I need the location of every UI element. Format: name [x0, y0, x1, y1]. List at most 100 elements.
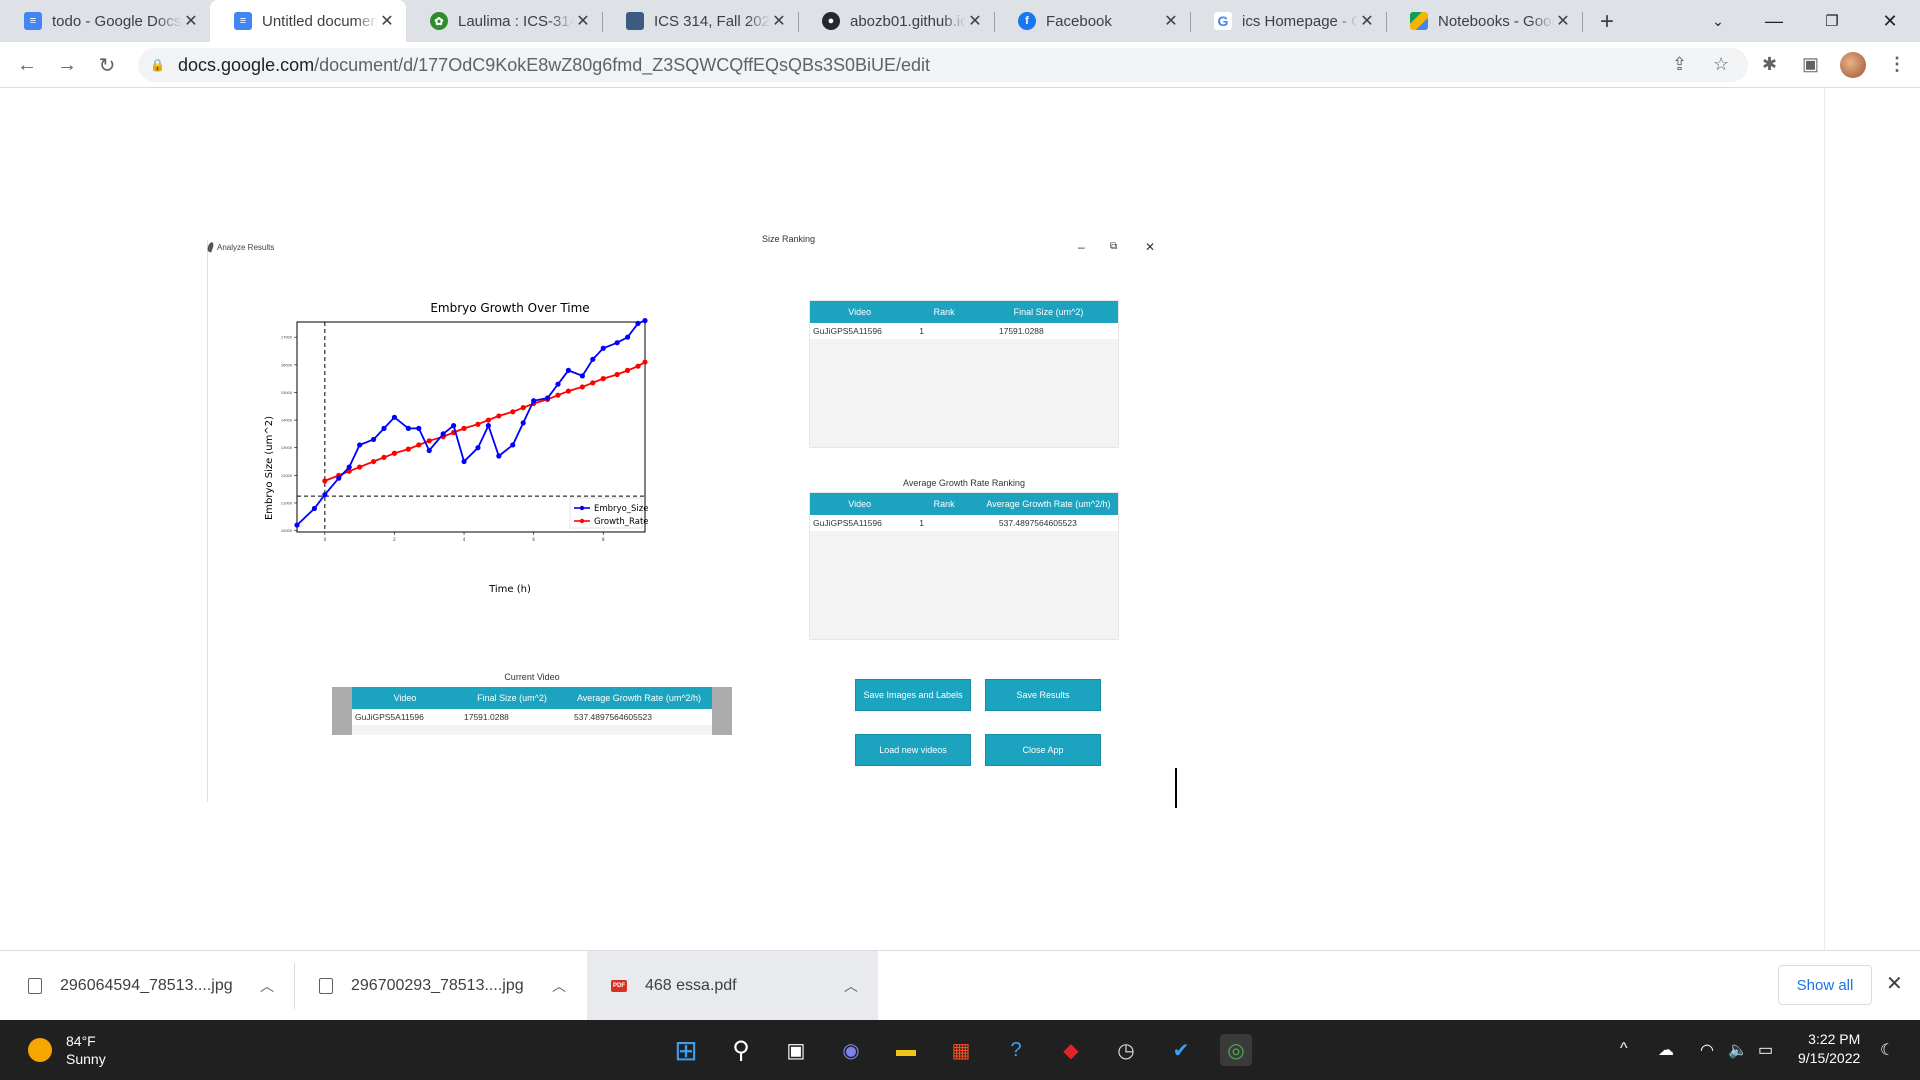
wifi-icon[interactable]: ◠ — [1700, 1040, 1714, 1060]
file-explorer-icon[interactable]: ▬ — [890, 1034, 922, 1066]
close-icon[interactable]: ✕ — [1554, 11, 1572, 31]
growth-rate-point — [579, 384, 585, 390]
embedded-app-screenshot[interactable]: Analyze Results – ⧉ ✕ Embryo Growth Over… — [206, 234, 1168, 796]
save-images-button[interactable]: Save Images and Labels — [855, 679, 971, 711]
load-new-videos-button[interactable]: Load new videos — [855, 734, 971, 766]
close-downloads-icon[interactable]: ✕ — [1886, 971, 1903, 996]
taskbar-clock[interactable]: 3:22 PM 9/15/2022 — [1798, 1030, 1860, 1068]
document-scrollbar[interactable] — [1824, 88, 1920, 950]
microsoft-store-icon[interactable]: ▦ — [945, 1034, 977, 1066]
close-icon[interactable]: ✕ — [378, 11, 396, 31]
notifications-icon[interactable]: ☾ — [1880, 1040, 1894, 1060]
cell-avg-growth-rate: 537.4897564605523 — [574, 712, 652, 722]
tab-ics-homepage[interactable]: G ics Homepage - Google ✕ — [1190, 0, 1386, 42]
weather-text: 84°F Sunny — [66, 1032, 106, 1068]
reload-button[interactable]: ↻ — [92, 50, 122, 80]
tab-facebook[interactable]: f Facebook ✕ — [994, 0, 1190, 42]
side-panel-icon[interactable]: ▣ — [1802, 54, 1819, 75]
current-video-table[interactable]: Video Final Size (um^2) Average Growth R… — [352, 687, 712, 735]
x-tick-label: 8 — [602, 537, 605, 542]
tab-title: ICS 314, Fall 2022 — [654, 12, 770, 30]
x-tick-label: 0 — [324, 537, 327, 542]
chevron-up-icon[interactable]: ︿ — [260, 976, 274, 996]
table-row[interactable]: GuJiGPS5A11596 1 17591.0288 — [810, 323, 1118, 339]
embryo-size-point — [391, 414, 398, 420]
chevron-up-icon[interactable]: ︿ — [552, 976, 566, 996]
growth-rate-point — [555, 392, 561, 398]
close-icon[interactable]: ✕ — [770, 11, 788, 31]
cell-rank: 1 — [919, 326, 925, 336]
teams-chat-icon[interactable]: ◉ — [835, 1034, 867, 1066]
chevron-up-icon[interactable]: ︿ — [844, 976, 858, 996]
todo-check-icon[interactable]: ✔ — [1165, 1034, 1197, 1066]
close-icon[interactable]: ✕ — [1358, 11, 1376, 31]
embryo-size-point — [531, 398, 537, 404]
forward-button[interactable]: → — [52, 50, 82, 80]
search-icon[interactable]: ⚲ — [725, 1034, 757, 1066]
facebook-icon: f — [1018, 12, 1036, 30]
restore-button[interactable]: ❐ — [1804, 0, 1860, 42]
chrome-icon[interactable]: ◎ — [1220, 1034, 1252, 1066]
menu-kebab-icon[interactable]: ⋮ — [1888, 54, 1906, 75]
close-icon[interactable]: ✕ — [182, 11, 200, 31]
save-results-button[interactable]: Save Results — [985, 679, 1101, 711]
growth-rate-point — [370, 458, 377, 465]
embryo-size-point — [294, 522, 300, 528]
windows-start-icon[interactable]: ⊞ — [670, 1034, 702, 1066]
close-icon[interactable]: ✕ — [1162, 11, 1180, 31]
download-item[interactable]: PDF 468 essa.pdf ︿ — [587, 951, 878, 1021]
weather-widget[interactable]: 84°F Sunny — [28, 1032, 106, 1068]
close-icon[interactable]: ✕ — [966, 11, 984, 31]
task-view-icon[interactable]: ▣ — [780, 1034, 812, 1066]
tab-laulima[interactable]: ✿ Laulima : ICS-314 ✕ — [406, 0, 602, 42]
table-header: Video Final Size (um^2) Average Growth R… — [352, 687, 712, 709]
growth-rate-point — [614, 371, 620, 378]
github-icon: ● — [822, 12, 840, 30]
tab-notebooks[interactable]: Notebooks - Google Drive ✕ — [1386, 0, 1582, 42]
tab-todo[interactable]: ≡ todo - Google Docs ✕ — [0, 0, 210, 42]
close-icon[interactable]: ✕ — [574, 11, 592, 31]
growth-rate-point — [381, 454, 387, 460]
share-icon[interactable]: ⇪ — [1672, 54, 1687, 75]
embryo-size-point — [451, 423, 457, 429]
embryo-size-point — [357, 442, 363, 448]
help-icon[interactable]: ? — [1000, 1034, 1032, 1066]
embryo-size-point — [426, 447, 432, 454]
battery-icon[interactable]: ▭ — [1758, 1040, 1773, 1060]
growth-rate-point — [625, 367, 631, 373]
legend-label-embryo-size: Embryo_Size — [594, 504, 648, 514]
onedrive-icon[interactable]: ☁ — [1658, 1040, 1674, 1060]
mcafee-icon[interactable]: ◆ — [1055, 1034, 1087, 1066]
download-item[interactable]: 296700293_78513....jpg ︿ — [295, 951, 586, 1021]
download-item[interactable]: 296064594_78513....jpg ︿ — [0, 951, 294, 1021]
address-bar[interactable]: 🔒 docs.google.com/document/d/177OdC9KokE… — [138, 48, 1748, 82]
close-window-button[interactable]: ✕ — [1862, 0, 1918, 42]
back-button[interactable]: ← — [12, 50, 42, 80]
bookmark-star-icon[interactable]: ☆ — [1713, 54, 1729, 75]
growth-ranking-table[interactable]: Video Rank Average Growth Rate (um^2/h) … — [809, 492, 1119, 640]
tab-ics314[interactable]: ICS 314, Fall 2022 ✕ — [602, 0, 798, 42]
close-app-button[interactable]: Close App — [985, 734, 1101, 766]
new-tab-button[interactable]: + — [1600, 8, 1614, 36]
minimize-button[interactable]: — — [1746, 0, 1802, 42]
ics314-icon — [626, 12, 644, 30]
table-row[interactable]: GuJiGPS5A11596 17591.0288 537.4897564605… — [352, 709, 712, 725]
growth-rate-point — [357, 464, 363, 470]
avatar[interactable] — [1840, 52, 1866, 78]
embryo-size-point — [461, 458, 467, 465]
lock-icon[interactable]: 🔒 — [150, 58, 165, 72]
tab-search-icon[interactable]: ⌄ — [1690, 0, 1746, 42]
size-ranking-table[interactable]: Video Rank Final Size (um^2) GuJiGPS5A11… — [809, 300, 1119, 448]
clock-app-icon[interactable]: ◷ — [1110, 1034, 1142, 1066]
tray-chevron-icon[interactable]: ^ — [1620, 1040, 1628, 1058]
tab-github[interactable]: ● abozb01.github.io ✕ — [798, 0, 994, 42]
table-row[interactable]: GuJiGPS5A11596 1 537.4897564605523 — [810, 515, 1118, 531]
tab-title: ics Homepage - Google — [1242, 12, 1358, 30]
growth-rate-point — [416, 442, 422, 448]
column-header-video: Video — [393, 693, 417, 703]
volume-icon[interactable]: 🔈 — [1728, 1040, 1748, 1060]
tab-untitled-document[interactable]: ≡ Untitled document - Google Docs ✕ — [210, 0, 406, 42]
show-all-button[interactable]: Show all — [1778, 965, 1872, 1005]
extensions-icon[interactable]: ✱ — [1762, 54, 1777, 75]
embryo-size-point — [405, 425, 411, 431]
